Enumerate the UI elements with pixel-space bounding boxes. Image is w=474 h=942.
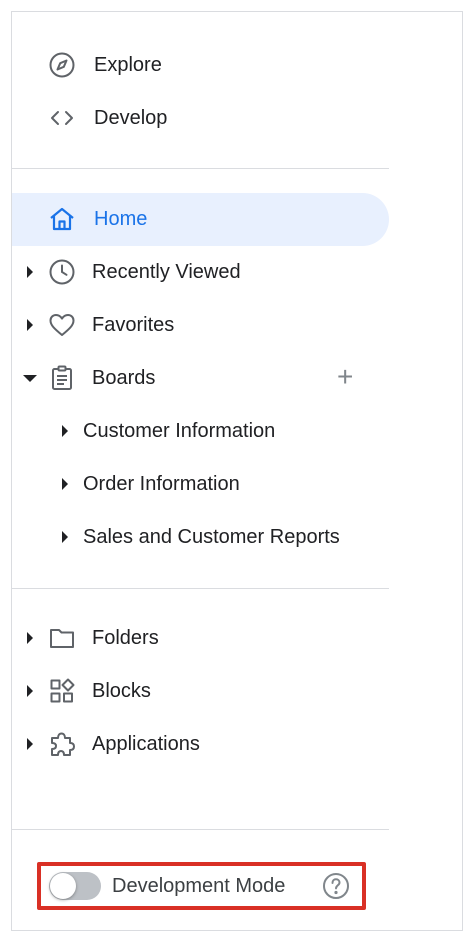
nav-item-applications[interactable]: Applications [12,718,389,771]
nav-item-boards[interactable]: Boards + [12,352,389,405]
folder-icon [48,624,76,652]
nav-item-applications-label: Applications [92,733,200,755]
code-icon [48,104,76,132]
add-board-button[interactable]: + [337,363,353,391]
nav-item-favorites-label: Favorites [92,314,175,336]
board-item[interactable]: Sales and Customer Reports [12,511,389,564]
nav-item-folders[interactable]: Folders [12,612,389,665]
board-item-label: Order Information [83,473,240,495]
nav-item-blocks[interactable]: Blocks [12,665,389,718]
compass-icon [48,51,76,79]
board-item[interactable]: Customer Information [12,405,389,458]
divider-middle [12,588,389,589]
nav-item-home-label: Home [94,208,148,230]
toggle-knob [50,873,76,899]
divider-top [12,168,389,169]
board-item-label: Customer Information [83,420,276,442]
navigation-panel: Explore Develop Home Recently Viewed Fav… [11,11,463,931]
nav-item-explore[interactable]: Explore [12,39,389,92]
blocks-icon [48,677,76,705]
nav-item-blocks-label: Blocks [92,680,151,702]
nav-item-home[interactable]: Home [12,193,389,246]
heart-icon [48,311,76,339]
caret-right-icon[interactable] [60,478,70,490]
clock-icon [48,258,76,286]
help-circle-icon[interactable] [322,872,350,900]
caret-right-icon[interactable] [25,685,35,697]
caret-right-icon[interactable] [25,632,35,644]
caret-right-icon[interactable] [25,738,35,750]
development-mode-toggle[interactable] [49,872,101,900]
caret-right-icon[interactable] [25,266,35,278]
nav-item-favorites[interactable]: Favorites [12,299,389,352]
divider-bottom [12,829,389,830]
caret-right-icon[interactable] [60,531,70,543]
home-icon [48,205,76,233]
development-mode-highlight: Development Mode [37,862,366,910]
board-item[interactable]: Order Information [12,458,389,511]
nav-item-explore-label: Explore [94,54,162,76]
caret-right-icon[interactable] [25,319,35,331]
nav-item-develop[interactable]: Develop [12,92,389,145]
caret-down-icon[interactable] [23,373,37,383]
nav-item-folders-label: Folders [92,627,159,649]
nav-item-recently-viewed[interactable]: Recently Viewed [12,246,389,299]
nav-item-develop-label: Develop [94,107,168,129]
nav-item-boards-label: Boards [92,367,156,389]
board-item-label: Sales and Customer Reports [83,526,340,548]
development-mode-label: Development Mode [112,875,286,897]
puzzle-icon [48,730,76,758]
caret-right-icon[interactable] [60,425,70,437]
clipboard-icon [48,364,76,392]
nav-item-recently-viewed-label: Recently Viewed [92,261,241,283]
